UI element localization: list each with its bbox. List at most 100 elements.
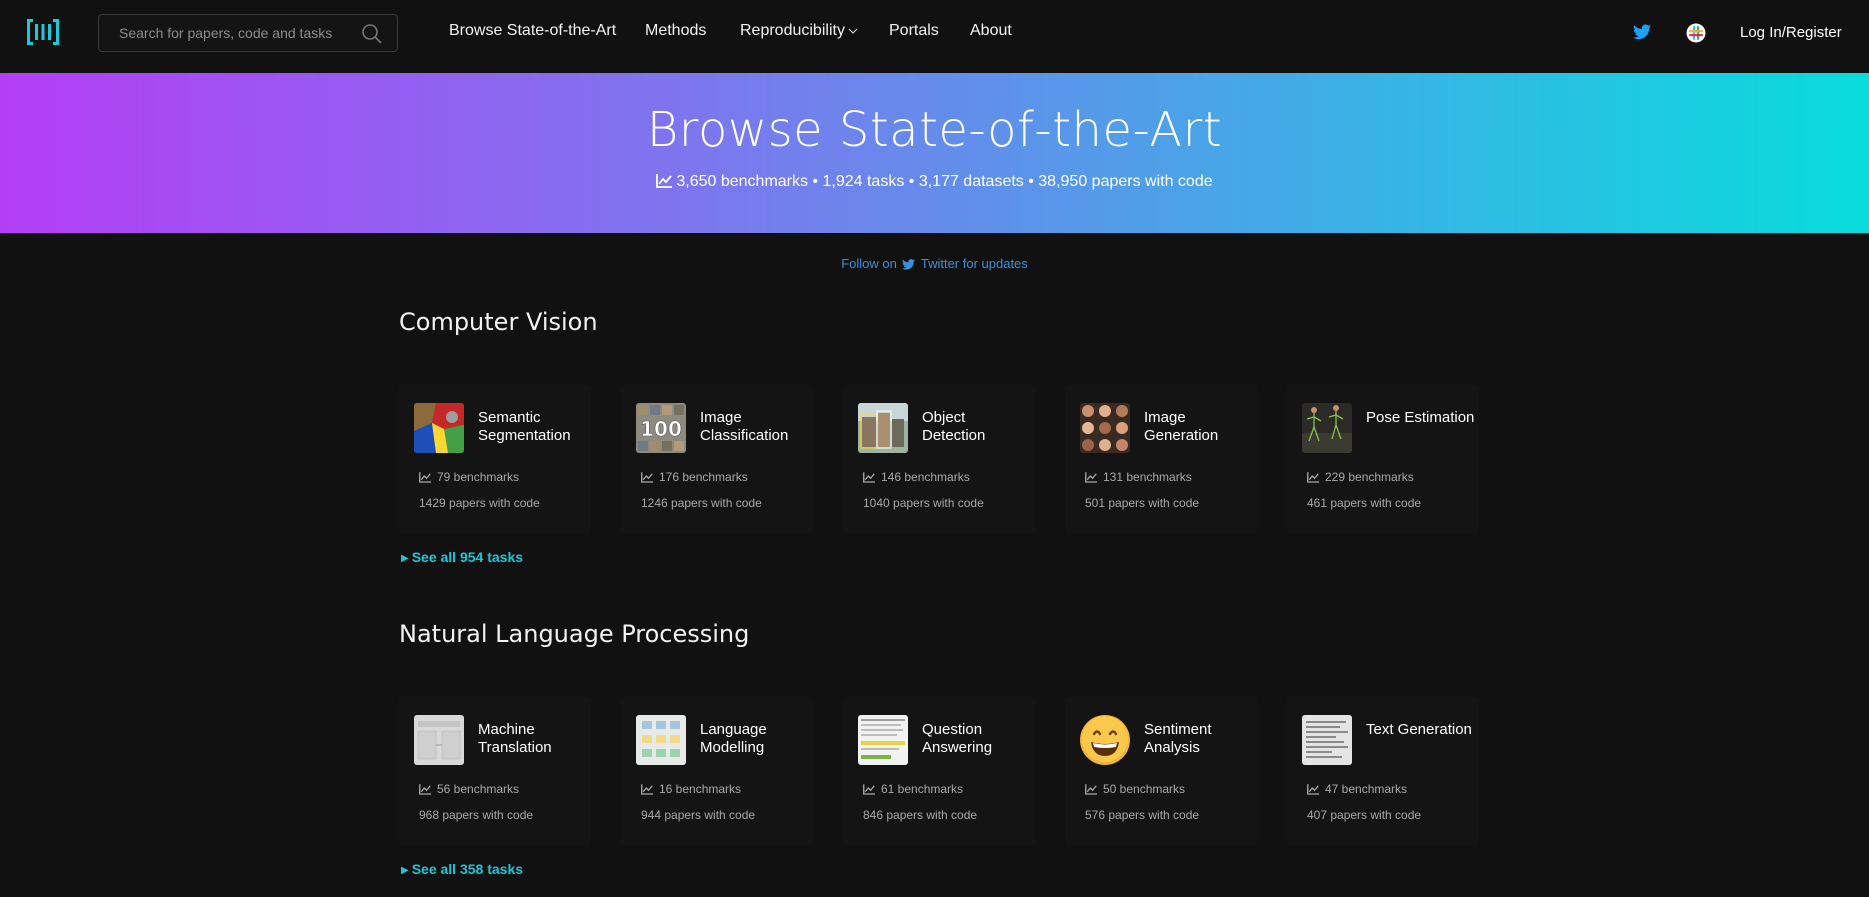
task-name[interactable]: Image Generation: [1144, 409, 1254, 445]
task-name[interactable]: Object Detection: [922, 409, 1032, 445]
area-chart-icon: [1085, 784, 1097, 795]
task-card[interactable]: Semantic Segmentation 79 benchmarks 1429…: [399, 385, 591, 533]
language-modelling-thumbnail: [636, 715, 686, 765]
image-classification-thumbnail: 100: [636, 403, 686, 453]
navbar: Browse State-of-the-Art Methods Reproduc…: [0, 0, 1869, 73]
task-card[interactable]: Question Answering 61 benchmarks 846 pap…: [843, 697, 1035, 845]
papers-count: 501 papers with code: [1085, 496, 1200, 510]
task-card[interactable]: Image Generation 131 benchmarks 501 pape…: [1065, 385, 1257, 533]
area-chart-icon: [641, 784, 653, 795]
svg-text:100: 100: [640, 417, 682, 441]
hero-banner: Browse State-of-the-Art 3,650 benchmarks…: [0, 73, 1869, 233]
caret-right-icon: ▶: [401, 553, 409, 564]
area-chart-icon: [656, 174, 673, 188]
benchmarks-count: 146 benchmarks: [863, 470, 970, 484]
papers-count: 1429 papers with code: [419, 496, 540, 510]
task-name[interactable]: Pose Estimation: [1366, 409, 1476, 427]
search-input[interactable]: [99, 15, 349, 51]
benchmarks-label: 56 benchmarks: [437, 782, 520, 796]
task-name[interactable]: Semantic Segmentation: [478, 409, 588, 445]
follow-prefix: Follow on: [841, 256, 897, 271]
task-card[interactable]: Machine Translation 56 benchmarks 968 pa…: [399, 697, 591, 845]
papers-count: 846 papers with code: [863, 808, 978, 822]
benchmarks-label: 61 benchmarks: [881, 782, 964, 796]
benchmarks-count: 131 benchmarks: [1085, 470, 1192, 484]
grinning-face-icon: [1080, 715, 1130, 765]
benchmarks-count: 16 benchmarks: [641, 782, 741, 796]
area-chart-icon: [1307, 784, 1319, 795]
papers-count: 944 papers with code: [641, 808, 756, 822]
benchmarks-label: 229 benchmarks: [1325, 470, 1414, 484]
machine-translation-thumbnail: [414, 715, 464, 765]
benchmarks-count: 176 benchmarks: [641, 470, 748, 484]
twitter-icon[interactable]: [1633, 24, 1651, 40]
chevron-down-icon: [848, 28, 858, 34]
login-register-link[interactable]: Log In/Register: [1740, 24, 1842, 41]
see-all-label: See all 358 tasks: [411, 861, 524, 877]
papers-count: 968 papers with code: [419, 808, 534, 822]
area-chart-icon: [1085, 472, 1097, 483]
papers-count: 461 papers with code: [1307, 496, 1422, 510]
see-all-cv-tasks-link[interactable]: ▶ See all 954 tasks: [401, 549, 523, 565]
twitter-icon: [902, 259, 916, 270]
benchmarks-count: 79 benchmarks: [419, 470, 519, 484]
benchmarks-label: 146 benchmarks: [881, 470, 970, 484]
papers-count: 576 papers with code: [1085, 808, 1200, 822]
benchmarks-label: 47 benchmarks: [1325, 782, 1408, 796]
task-name[interactable]: Machine Translation: [478, 721, 588, 757]
papers-with-code-logo-icon[interactable]: [27, 19, 59, 45]
area-chart-icon: [863, 784, 875, 795]
benchmarks-count: 47 benchmarks: [1307, 782, 1407, 796]
hero-stats: 3,650 benchmarks • 1,924 tasks • 3,177 d…: [0, 173, 1869, 191]
benchmarks-label: 79 benchmarks: [437, 470, 520, 484]
benchmarks-label: 176 benchmarks: [659, 470, 748, 484]
task-name[interactable]: Language Modelling: [700, 721, 810, 757]
question-answering-thumbnail: [858, 715, 908, 765]
nav-reproducibility[interactable]: Reproducibility: [740, 22, 858, 40]
slack-icon[interactable]: [1686, 23, 1706, 43]
area-chart-icon: [419, 472, 431, 483]
hero-stats-text: 3,650 benchmarks • 1,924 tasks • 3,177 d…: [676, 173, 1213, 190]
task-name[interactable]: Question Answering: [922, 721, 1032, 757]
benchmarks-label: 131 benchmarks: [1103, 470, 1192, 484]
object-detection-thumbnail: [858, 403, 908, 453]
semantic-segmentation-thumbnail: [414, 403, 464, 453]
task-name[interactable]: Image Classification: [700, 409, 810, 445]
search-box: [98, 14, 398, 52]
search-icon[interactable]: [361, 23, 383, 45]
task-card[interactable]: 100 Image Classification 176 benchmarks …: [621, 385, 813, 533]
benchmarks-count: 229 benchmarks: [1307, 470, 1414, 484]
image-generation-thumbnail: [1080, 403, 1130, 453]
area-chart-icon: [641, 472, 653, 483]
section-title-nlp[interactable]: Natural Language Processing: [399, 620, 749, 648]
task-name[interactable]: Sentiment Analysis: [1144, 721, 1254, 757]
task-card[interactable]: Object Detection 146 benchmarks 1040 pap…: [843, 385, 1035, 533]
area-chart-icon: [419, 784, 431, 795]
nav-browse-sota[interactable]: Browse State-of-the-Art: [449, 22, 616, 40]
area-chart-icon: [1307, 472, 1319, 483]
nav-reproducibility-label: Reproducibility: [740, 22, 845, 39]
nav-portals[interactable]: Portals: [889, 22, 939, 40]
see-all-label: See all 954 tasks: [411, 549, 524, 565]
follow-suffix: Twitter for updates: [920, 256, 1028, 271]
task-name[interactable]: Text Generation: [1366, 721, 1476, 739]
task-card[interactable]: Sentiment Analysis 50 benchmarks 576 pap…: [1065, 697, 1257, 845]
pose-estimation-thumbnail: [1302, 403, 1352, 453]
benchmarks-count: 56 benchmarks: [419, 782, 519, 796]
papers-count: 1246 papers with code: [641, 496, 762, 510]
section-title-computer-vision[interactable]: Computer Vision: [399, 308, 598, 336]
caret-right-icon: ▶: [401, 865, 409, 876]
text-generation-thumbnail: [1302, 715, 1352, 765]
benchmarks-count: 50 benchmarks: [1085, 782, 1185, 796]
follow-twitter-link[interactable]: Follow on Twitter for updates: [0, 256, 1869, 271]
see-all-nlp-tasks-link[interactable]: ▶ See all 358 tasks: [401, 861, 523, 877]
task-card[interactable]: Pose Estimation 229 benchmarks 461 paper…: [1287, 385, 1479, 533]
benchmarks-label: 50 benchmarks: [1103, 782, 1186, 796]
task-card[interactable]: Language Modelling 16 benchmarks 944 pap…: [621, 697, 813, 845]
task-card[interactable]: Text Generation 47 benchmarks 407 papers…: [1287, 697, 1479, 845]
benchmarks-count: 61 benchmarks: [863, 782, 963, 796]
papers-count: 407 papers with code: [1307, 808, 1422, 822]
nav-methods[interactable]: Methods: [645, 22, 706, 40]
nav-about[interactable]: About: [970, 22, 1012, 40]
papers-count: 1040 papers with code: [863, 496, 984, 510]
